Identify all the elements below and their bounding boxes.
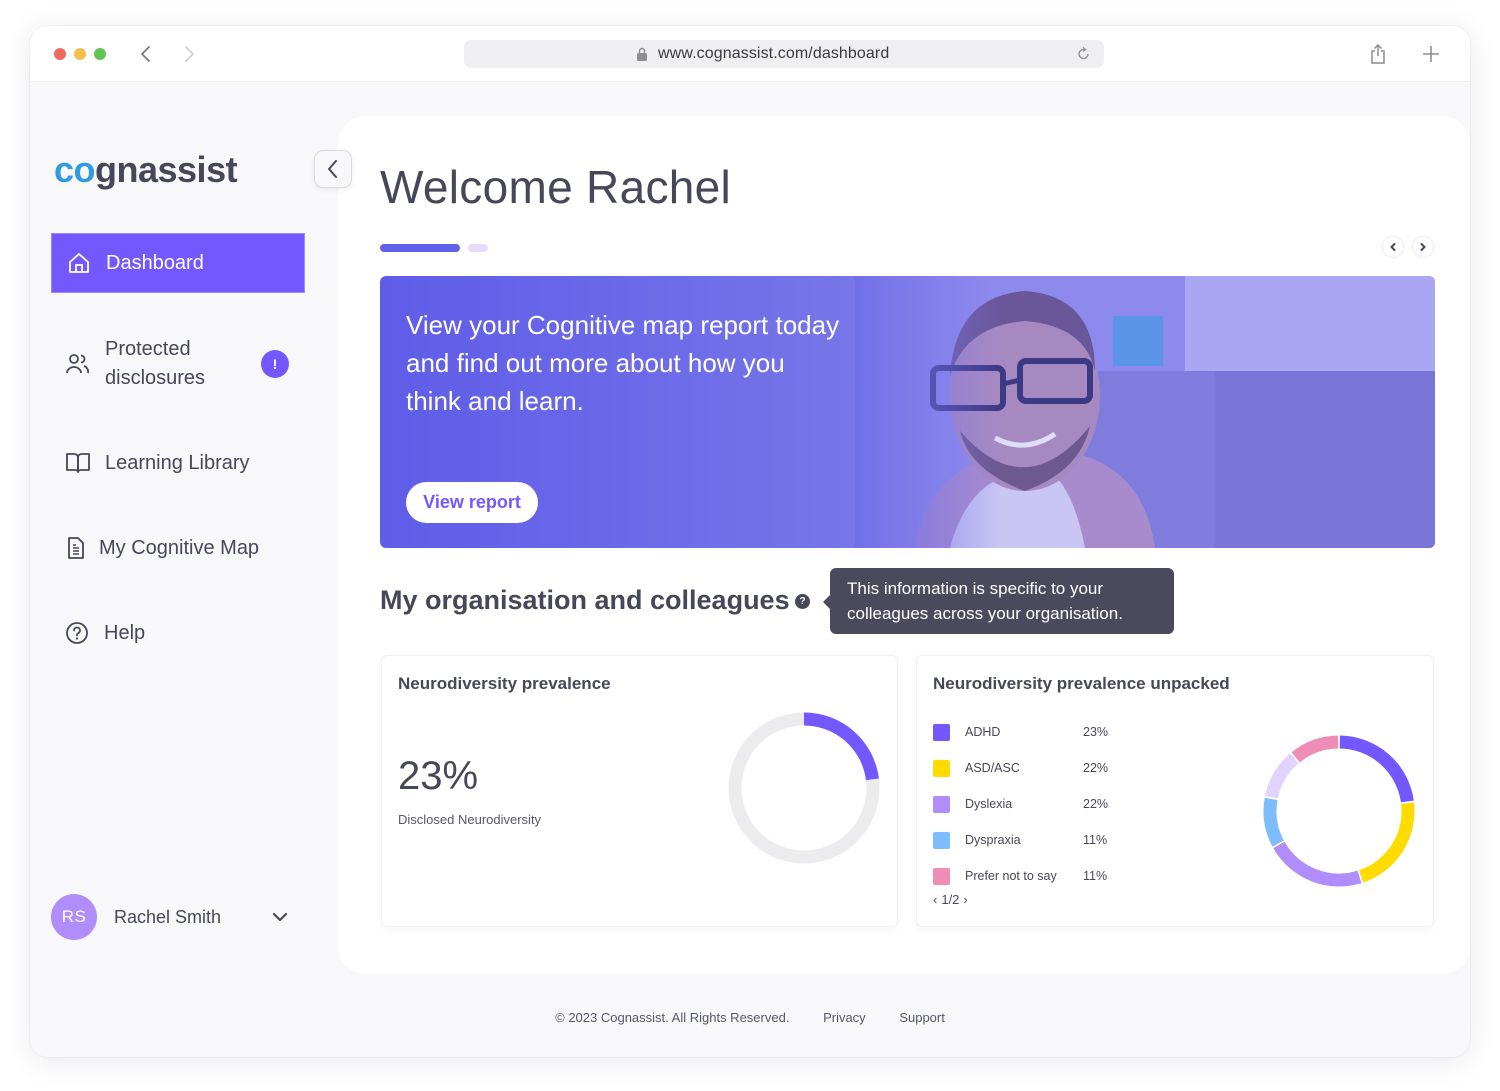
carousel-indicators	[380, 244, 488, 252]
banner-text: View your Cognitive map report today and…	[406, 310, 840, 416]
legend-swatch	[933, 723, 950, 741]
sidebar-item-label: Learning Library	[105, 451, 250, 474]
forward-arrow-icon[interactable]	[177, 40, 201, 68]
legend-swatch	[933, 795, 950, 813]
legend-swatch	[933, 759, 950, 777]
legend-value: 11%	[1083, 833, 1108, 847]
footer: © 2023 Cognassist. All Rights Reserved. …	[30, 1010, 1470, 1025]
legend-value: 22%	[1083, 797, 1109, 811]
legend-item: ADHD 23%	[933, 714, 1123, 750]
legend-label: ADHD	[965, 725, 1001, 739]
donut-segment-dyslexia	[1273, 841, 1362, 887]
legend-label: ASD/ASC	[965, 761, 1020, 775]
chevron-left-icon	[1390, 243, 1396, 251]
donut-segment-dyspraxia	[1263, 797, 1284, 847]
address-bar[interactable]: www.cognassist.com/dashboard	[464, 40, 1104, 68]
user-name: Rachel Smith	[114, 906, 222, 927]
legend-label: Prefer not to say	[965, 869, 1057, 883]
legend-pager: ‹ 1/2 ›	[933, 892, 968, 907]
copyright-text: © 2023 Cognassist. All Rights Reserved.	[555, 1010, 790, 1025]
legend-swatch	[933, 831, 950, 849]
lock-icon	[637, 47, 647, 61]
carousel-dot-active[interactable]	[380, 244, 460, 252]
privacy-link[interactable]: Privacy	[823, 1010, 866, 1025]
browser-window: www.cognassist.com/dashboard co gnassist …	[30, 26, 1470, 1057]
card-title: Neurodiversity prevalence	[398, 674, 611, 693]
user-menu[interactable]: RS Rachel Smith	[51, 894, 305, 940]
pager-next-button[interactable]: ›	[963, 892, 967, 907]
main-content: Welcome Rachel View your Cognitive map r…	[338, 116, 1470, 974]
sidebar-item-learning-library[interactable]: Learning Library	[51, 446, 305, 480]
chevron-left-icon	[328, 160, 337, 178]
share-icon[interactable]	[1368, 42, 1388, 66]
sidebar: co gnassist Dashboard Protected disclosur…	[30, 116, 352, 976]
cognassist-logo[interactable]: co gnassist	[54, 148, 238, 192]
legend-label: Dyslexia	[965, 797, 1013, 811]
prevalence-subtitle: Disclosed Neurodiversity	[398, 812, 542, 827]
promo-banner: View your Cognitive map report today and…	[380, 276, 1435, 548]
help-circle-icon	[64, 620, 90, 646]
users-icon	[65, 351, 91, 377]
sidebar-item-label: Dashboard	[106, 251, 204, 274]
url-text[interactable]: www.cognassist.com/dashboard	[658, 45, 889, 63]
info-tooltip: This information is specific to your col…	[823, 568, 1174, 634]
chevron-down-icon[interactable]	[271, 908, 289, 926]
neurodiversity-prevalence-card: Neurodiversity prevalence 23% Disclosed …	[381, 655, 898, 927]
neurodiversity-unpacked-card: Neurodiversity prevalence unpacked ADHD 2…	[916, 655, 1434, 927]
book-icon	[65, 450, 91, 476]
new-tab-icon[interactable]	[1419, 42, 1443, 66]
donut-segment-asd-asc	[1358, 802, 1415, 883]
sidebar-item-label: Help	[104, 621, 146, 644]
carousel-dot[interactable]	[468, 244, 488, 252]
pager-prev-button[interactable]: ‹	[933, 892, 937, 907]
carousel-next-button[interactable]	[1412, 236, 1434, 258]
legend-item: Dyslexia 22%	[933, 786, 1123, 822]
sidebar-item-dashboard[interactable]: Dashboard	[51, 233, 305, 293]
legend-item: Dyspraxia 11%	[933, 822, 1123, 858]
banner-photo-image	[855, 276, 1435, 548]
prevalence-value: 23%	[398, 754, 479, 798]
sidebar-item-my-cognitive-map[interactable]: My Cognitive Map	[51, 531, 305, 565]
reload-icon[interactable]	[1076, 46, 1092, 62]
home-icon	[66, 250, 92, 276]
view-report-button[interactable]: View report	[406, 482, 538, 523]
donut-segment-other-page-2	[1265, 753, 1299, 799]
carousel-prev-button[interactable]	[1382, 236, 1404, 258]
legend-swatch	[933, 867, 950, 885]
sidebar-item-protected-disclosures[interactable]: Protected disclosures !	[51, 334, 305, 394]
donut-segment-disclosed	[803, 712, 879, 781]
legend-value: 22%	[1083, 761, 1109, 775]
section-title: My organisation and colleagues	[380, 585, 790, 615]
maximize-window-button[interactable]	[94, 48, 106, 60]
donut-segment-adhd	[1339, 735, 1414, 803]
prevalence-donut-chart	[728, 712, 880, 864]
alert-badge: !	[261, 350, 289, 378]
logo-wordmark: gnassist	[95, 149, 238, 190]
unpacked-donut-chart	[1263, 735, 1415, 887]
back-arrow-icon[interactable]	[134, 40, 158, 68]
document-icon	[63, 535, 89, 561]
collapse-sidebar-button[interactable]	[314, 150, 352, 188]
legend-item: ASD/ASC 22%	[933, 750, 1123, 786]
donut-segment-prefer-not-to-say	[1291, 735, 1339, 763]
chevron-right-icon	[1420, 243, 1426, 251]
legend-value: 11%	[1083, 869, 1108, 883]
pager-text: 1/2	[941, 892, 960, 907]
chart-legend: ADHD 23% ASD/ASC 22% Dyslexia 22% Dyspraxia 11%…	[933, 714, 1123, 894]
sidebar-item-label: Protected disclosures	[105, 338, 206, 389]
help-icon[interactable]: ?	[795, 594, 810, 609]
page-title: Welcome Rachel	[380, 161, 732, 213]
browser-toolbar: www.cognassist.com/dashboard	[30, 26, 1470, 82]
sidebar-item-help[interactable]: Help	[51, 616, 305, 650]
sidebar-item-label: My Cognitive Map	[99, 536, 260, 559]
legend-item: Prefer not to say 11%	[933, 858, 1123, 894]
close-window-button[interactable]	[54, 48, 66, 60]
card-title: Neurodiversity prevalence unpacked	[933, 674, 1230, 693]
support-link[interactable]: Support	[899, 1010, 945, 1025]
legend-value: 23%	[1083, 725, 1109, 739]
legend-label: Dyspraxia	[965, 833, 1021, 847]
minimize-window-button[interactable]	[74, 48, 86, 60]
logo-mark: co	[54, 149, 96, 190]
avatar: RS	[51, 894, 97, 940]
